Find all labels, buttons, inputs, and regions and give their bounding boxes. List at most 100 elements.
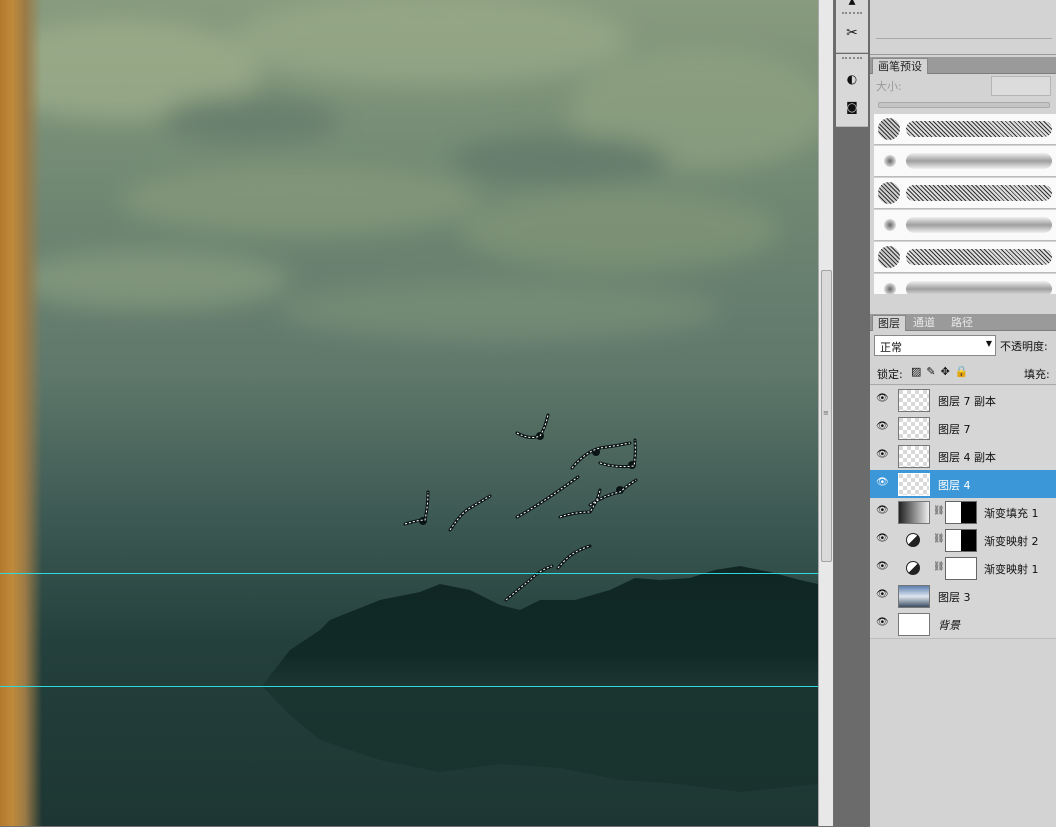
- layer-name: 图层 4 副本: [938, 451, 996, 464]
- right-panel-dock: 画笔预设 大小: 图层 通道 路径 正常 ▼ 不透明度: 锁定: ▨✎✥🔒 填充…: [870, 0, 1056, 827]
- soft-brush-icon: [884, 155, 896, 167]
- divider: [876, 38, 1052, 39]
- brush-stroke-preview: [906, 121, 1052, 137]
- background-thumbnail: [898, 613, 930, 636]
- brush-preset-item[interactable]: [874, 114, 1056, 145]
- brush-preset-item[interactable]: [874, 178, 1056, 209]
- brush-preset-item[interactable]: [874, 210, 1056, 241]
- hard-brush-icon: [878, 246, 900, 268]
- blend-mode-select[interactable]: 正常 ▼: [874, 335, 996, 356]
- fill-label: 填充:: [1024, 368, 1050, 381]
- lock-all-icon[interactable]: 🔒: [955, 365, 974, 378]
- hard-brush-icon: [878, 182, 900, 204]
- tab-channels[interactable]: 通道: [908, 315, 940, 330]
- soft-brush-icon: [884, 283, 896, 294]
- layers-list[interactable]: 👁 图层 7 副本 👁 图层 7 👁 图层 4 副本 👁 图层 4 👁 ⛓ 渐变…: [870, 384, 1056, 827]
- panel-grip[interactable]: [842, 57, 862, 63]
- eye-icon[interactable]: 👁: [876, 590, 889, 600]
- brush-preset-item[interactable]: [874, 242, 1056, 273]
- layer-row[interactable]: 👁 ⛓ 渐变映射 1: [870, 554, 1056, 583]
- layer-row[interactable]: 👁 ⛓ 渐变映射 2: [870, 526, 1056, 555]
- lock-transparent-icon[interactable]: ▨: [911, 365, 926, 378]
- lock-image-icon[interactable]: ✎: [926, 365, 940, 378]
- layer-thumbnail: [898, 417, 930, 440]
- canvas-vertical-scrollbar[interactable]: ≡: [818, 0, 833, 826]
- layer-row-selected[interactable]: 👁 图层 4: [870, 470, 1056, 499]
- eye-icon[interactable]: 👁: [876, 562, 889, 572]
- layer-name: 图层 7 副本: [938, 395, 996, 408]
- layer-row[interactable]: 👁 图层 4 副本: [870, 442, 1056, 471]
- opacity-label: 不透明度:: [1000, 340, 1048, 353]
- chevron-down-icon: ▼: [985, 339, 992, 348]
- layer-name: 渐变映射 2: [984, 535, 1039, 548]
- tab-paths[interactable]: 路径: [946, 315, 978, 330]
- soft-brush-icon: [884, 219, 896, 231]
- layer-row[interactable]: 👁 ⛓ 渐变填充 1: [870, 498, 1056, 527]
- brush-stroke-preview: [906, 281, 1052, 294]
- link-icon[interactable]: ⛓: [933, 506, 944, 516]
- brush-stroke-preview: [906, 249, 1052, 265]
- eye-icon[interactable]: 👁: [876, 450, 889, 460]
- layer-name: 图层 4: [938, 479, 971, 492]
- canvas-edge-glow: [0, 0, 42, 826]
- layers-panel-tabbar: 图层 通道 路径: [870, 314, 1056, 331]
- layer-row[interactable]: 👁 背景: [870, 610, 1056, 639]
- layer-row[interactable]: 👁 图层 3: [870, 582, 1056, 611]
- layer-name: 背景: [938, 619, 960, 632]
- link-icon[interactable]: ⛓: [933, 534, 944, 544]
- lock-icons[interactable]: ▨✎✥🔒: [911, 365, 974, 378]
- tab-layers[interactable]: 图层: [872, 315, 906, 331]
- tool-group-2: ◐ ◙: [836, 54, 868, 127]
- hard-brush-icon: [878, 118, 900, 140]
- layer-name: 渐变映射 1: [984, 563, 1039, 576]
- brush-size-label: 大小:: [876, 80, 902, 93]
- eye-icon[interactable]: 👁: [876, 618, 889, 628]
- scrollbar-grip-icon: ≡: [823, 409, 829, 417]
- brush-preset-list[interactable]: [870, 114, 1056, 294]
- brush-size-slider[interactable]: [878, 102, 1050, 108]
- brush-preset-item[interactable]: [874, 146, 1056, 177]
- layer-thumbnail: [898, 445, 930, 468]
- adjustments-icon[interactable]: ◐: [843, 70, 861, 88]
- masks-icon[interactable]: ◙: [843, 98, 861, 116]
- image-thumbnail: [898, 585, 930, 608]
- adjustment-icon: [906, 561, 920, 575]
- layer-mask-thumbnail[interactable]: [945, 529, 977, 552]
- adjustment-icon: [906, 533, 920, 547]
- eye-icon[interactable]: 👁: [876, 506, 889, 516]
- gradient-fill-thumbnail: [898, 501, 930, 524]
- brush-stroke-preview: [906, 153, 1052, 169]
- collapsed-panel-dock: ▴ ✂ ◐ ◙: [834, 0, 870, 826]
- layer-row[interactable]: 👁 图层 7: [870, 414, 1056, 443]
- guide-line-bottom[interactable]: [0, 686, 818, 687]
- guide-line-top[interactable]: [0, 573, 818, 574]
- tool-icon-top[interactable]: ▴: [843, 0, 861, 10]
- document-canvas[interactable]: [0, 0, 818, 826]
- blend-mode-value: 正常: [880, 341, 902, 354]
- brush-preset-item[interactable]: [874, 274, 1056, 294]
- eye-icon[interactable]: 👁: [876, 478, 889, 488]
- brush-panel-tabbar: 画笔预设: [870, 57, 1056, 74]
- top-panel: [870, 0, 1056, 55]
- layer-mask-thumbnail[interactable]: [945, 557, 977, 580]
- tool-group-1: ▴ ✂: [836, 0, 868, 53]
- brush-stroke-preview: [906, 217, 1052, 233]
- eye-icon[interactable]: 👁: [876, 534, 889, 544]
- layer-thumbnail: [898, 389, 930, 412]
- lock-position-icon[interactable]: ✥: [941, 365, 955, 378]
- panel-grip[interactable]: [842, 12, 862, 18]
- layer-name: 渐变填充 1: [984, 507, 1039, 520]
- layer-mask-thumbnail[interactable]: [945, 501, 977, 524]
- eye-icon[interactable]: 👁: [876, 394, 889, 404]
- layer-thumbnail: [898, 473, 930, 496]
- tools-icon[interactable]: ✂: [843, 24, 861, 42]
- lock-label: 锁定:: [877, 368, 903, 381]
- layer-name: 图层 3: [938, 591, 971, 604]
- layer-name: 图层 7: [938, 423, 971, 436]
- eye-icon[interactable]: 👁: [876, 422, 889, 432]
- tab-brush-presets[interactable]: 画笔预设: [872, 58, 928, 74]
- link-icon[interactable]: ⛓: [933, 562, 944, 572]
- layer-row[interactable]: 👁 图层 7 副本: [870, 386, 1056, 415]
- brush-size-input[interactable]: [991, 76, 1051, 96]
- brush-stroke-preview: [906, 185, 1052, 201]
